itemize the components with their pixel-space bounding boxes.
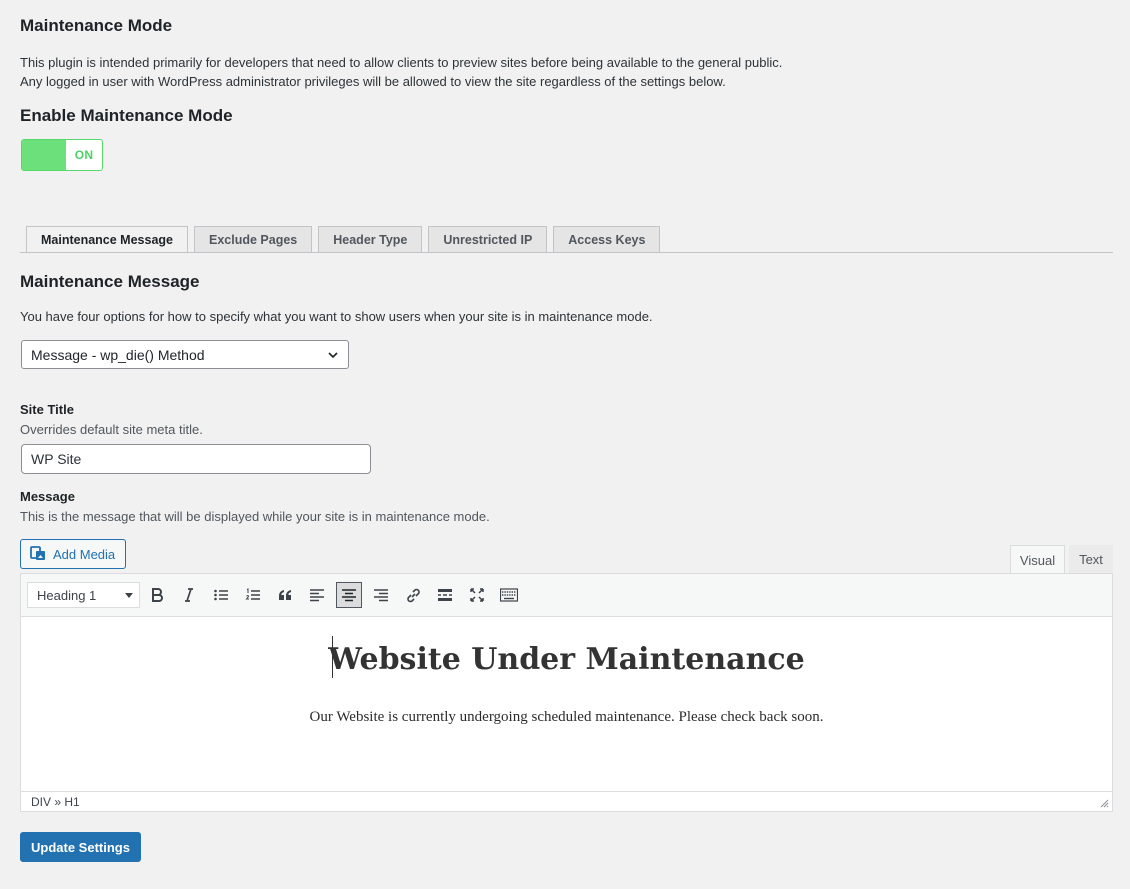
italic-button[interactable] [176, 582, 202, 608]
blockquote-button[interactable] [272, 582, 298, 608]
site-title-help: Overrides default site meta title. [20, 422, 203, 437]
read-more-button[interactable] [432, 582, 458, 608]
message-help: This is the message that will be display… [20, 509, 490, 524]
content-heading: Website Under Maintenance [328, 642, 805, 677]
align-center-icon [342, 589, 356, 602]
toggle-knob [22, 140, 66, 170]
page-title: Maintenance Mode [20, 16, 173, 35]
method-select-value: Message - wp_die() Method [31, 346, 205, 363]
section-description: You have four options for how to specify… [20, 309, 653, 324]
tab-header-type[interactable]: Header Type [318, 226, 423, 252]
bold-icon [152, 588, 163, 602]
intro-text: This plugin is intended primarily for de… [20, 53, 782, 91]
message-editor: Heading 1 Website Under Maintenance Our … [20, 573, 1113, 812]
blockquote-icon [279, 590, 291, 600]
update-settings-button[interactable]: Update Settings [20, 832, 141, 862]
maintenance-toggle[interactable]: ON [21, 139, 103, 171]
chevron-down-icon [328, 352, 338, 359]
align-center-button[interactable] [336, 582, 362, 608]
tab-unrestricted-ip[interactable]: Unrestricted IP [428, 226, 548, 252]
toolbar-toggle-icon [500, 588, 518, 602]
read-more-icon [438, 589, 452, 601]
bold-button[interactable] [144, 582, 170, 608]
settings-tabs: Maintenance Message Exclude Pages Header… [26, 226, 661, 253]
editor-toolbar: Heading 1 [21, 574, 1112, 617]
message-label: Message [20, 489, 75, 504]
add-media-button[interactable]: Add Media [20, 539, 127, 569]
align-left-icon [310, 589, 324, 602]
numbered-list-icon [245, 588, 260, 600]
numbered-list-button[interactable] [240, 582, 266, 608]
format-select-value: Heading 1 [37, 587, 97, 603]
tabs-divider [20, 252, 1113, 253]
align-left-button[interactable] [304, 582, 330, 608]
bulleted-list-button[interactable] [208, 582, 234, 608]
align-right-icon [374, 589, 388, 602]
method-select[interactable]: Message - wp_die() Method [21, 340, 349, 369]
link-icon [406, 588, 420, 602]
format-select[interactable]: Heading 1 [27, 582, 140, 608]
tab-maintenance-message[interactable]: Maintenance Message [26, 226, 188, 253]
caret-down-icon [125, 593, 133, 598]
intro-line-1: This plugin is intended primarily for de… [20, 55, 783, 70]
editor-statusbar: DIV » H1 [21, 791, 1112, 811]
fullscreen-button[interactable] [464, 582, 490, 608]
toolbar-toggle-button[interactable] [496, 582, 522, 608]
italic-icon [185, 588, 193, 602]
editor-content[interactable]: Website Under Maintenance Our Website is… [21, 617, 1112, 791]
section-heading: Maintenance Message [20, 272, 200, 291]
site-title-label: Site Title [20, 402, 74, 417]
add-media-label: Add Media [53, 546, 116, 562]
editor-tab-visual[interactable]: Visual [1010, 545, 1065, 574]
link-button[interactable] [400, 582, 426, 608]
site-title-input[interactable] [21, 444, 371, 474]
bulleted-list-icon [214, 589, 228, 601]
resize-handle-icon[interactable] [1100, 799, 1109, 808]
content-paragraph: Our Website is currently undergoing sche… [309, 709, 824, 725]
editor-tab-text[interactable]: Text [1069, 545, 1113, 574]
tab-exclude-pages[interactable]: Exclude Pages [194, 226, 313, 252]
tab-access-keys[interactable]: Access Keys [553, 226, 661, 252]
fullscreen-icon [470, 588, 484, 602]
intro-line-2: Any logged in user with WordPress admini… [20, 74, 726, 89]
align-right-button[interactable] [368, 582, 394, 608]
enable-heading: Enable Maintenance Mode [20, 106, 233, 125]
media-icon [30, 546, 45, 560]
toggle-state-label: ON [74, 148, 94, 162]
element-path[interactable]: DIV » H1 [31, 795, 80, 809]
